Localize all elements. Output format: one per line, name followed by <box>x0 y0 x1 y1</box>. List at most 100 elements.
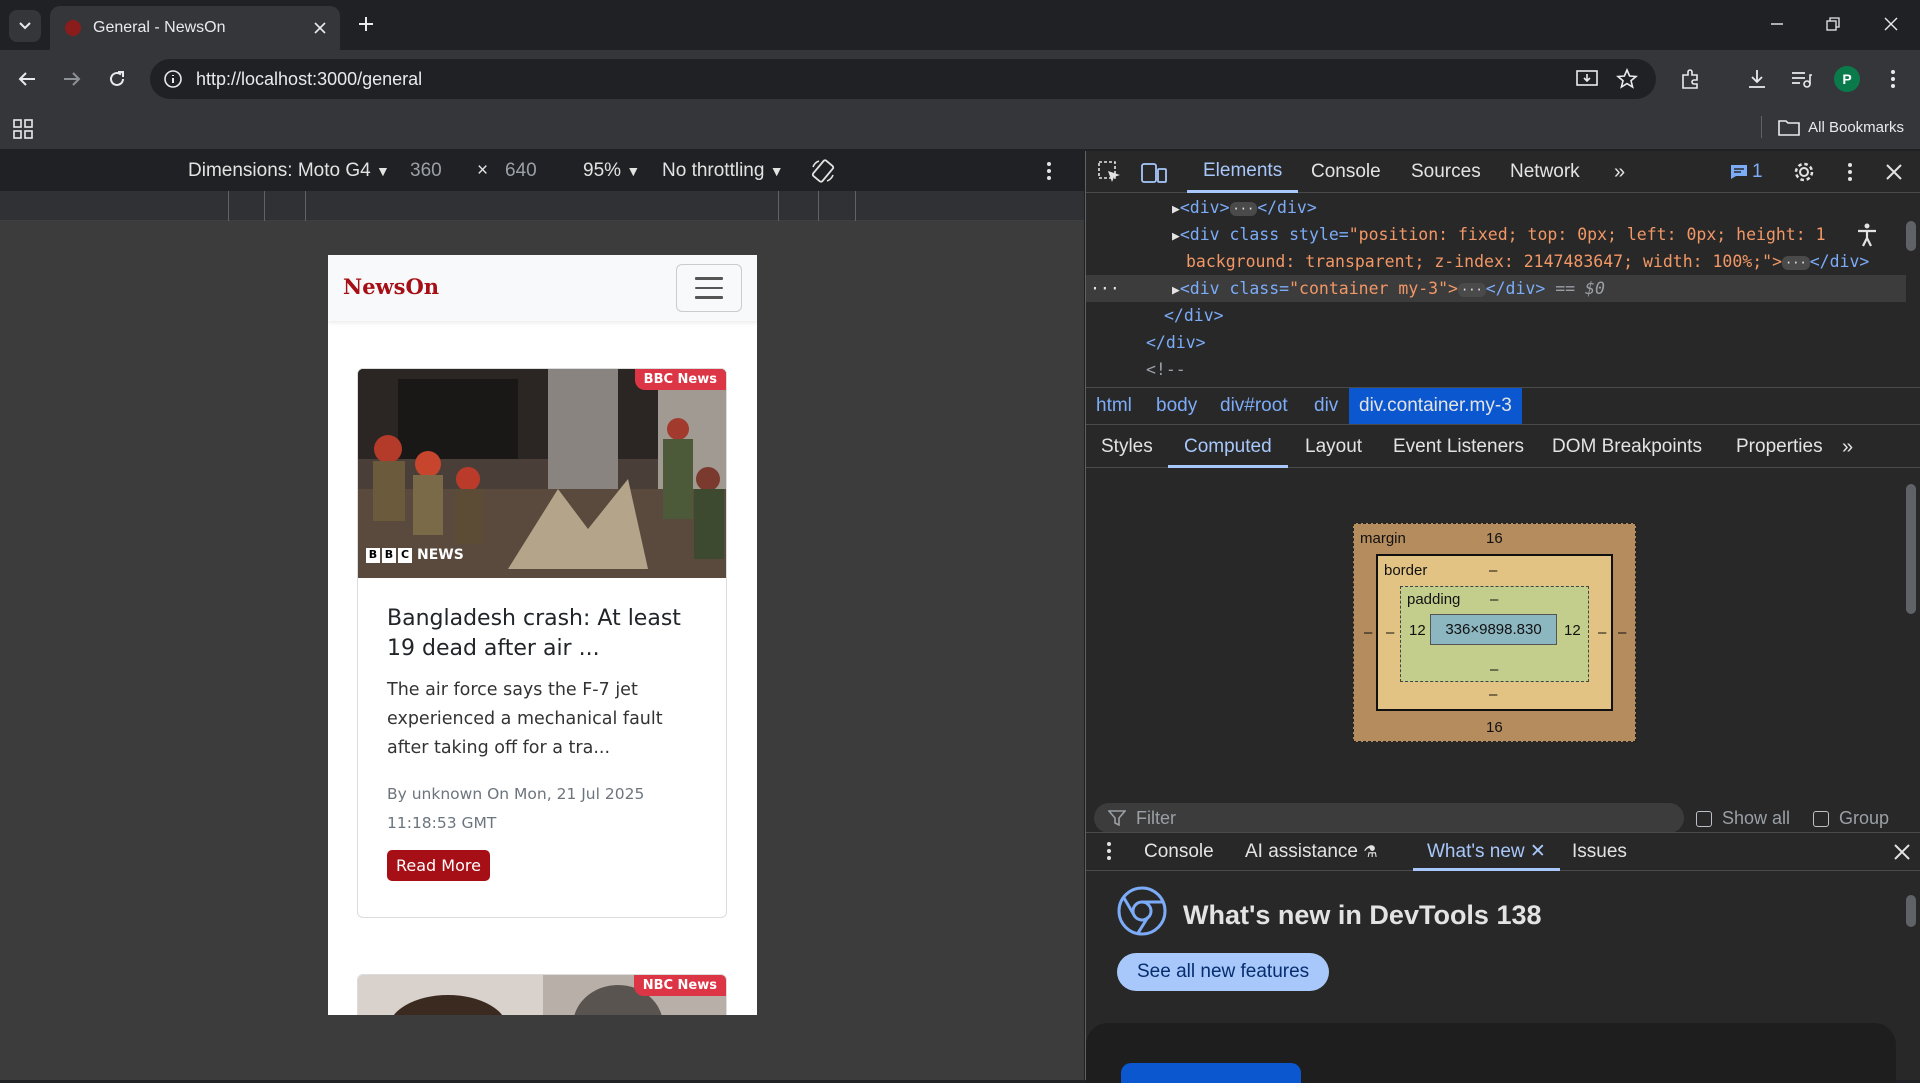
reload-icon <box>110 71 124 86</box>
devtools-close-icon[interactable] <box>1886 164 1902 180</box>
brand-text: NewsOn <box>343 274 440 299</box>
navbar-toggle-button[interactable] <box>676 264 742 312</box>
new-tab-button[interactable] <box>352 10 380 38</box>
tab-search-button[interactable] <box>9 10 41 42</box>
read-more-button[interactable]: Read More <box>387 850 490 881</box>
drawer-tab-issues[interactable]: Issues <box>1572 833 1627 871</box>
url-text[interactable]: http://localhost:3000/general <box>196 69 422 90</box>
all-bookmarks-label: All Bookmarks <box>1808 118 1904 136</box>
inspect-element-icon[interactable] <box>1098 161 1122 183</box>
profile-avatar[interactable]: P <box>1834 66 1860 92</box>
computed-filter-input[interactable]: Filter <box>1094 803 1684 833</box>
drawer-tab-whats-new[interactable]: What's new ✕ <box>1413 833 1560 871</box>
browser-tab[interactable]: General - NewsOn <box>50 6 340 50</box>
device-viewport: Dimensions: Moto G4 ▼ 360 × 640 95% ▼ No… <box>0 151 1084 1080</box>
dom-scrollbar[interactable] <box>1906 221 1916 251</box>
drawer-tabs: Console AI assistance ⚗ What's new ✕ Iss… <box>1086 833 1920 871</box>
crumb-body[interactable]: body <box>1156 388 1197 424</box>
browser-menu-icon[interactable] <box>1877 63 1909 95</box>
issues-counter[interactable]: 1 <box>1730 151 1763 193</box>
device-toggle-icon[interactable] <box>1141 161 1167 183</box>
tab-elements[interactable]: Elements <box>1187 151 1299 193</box>
back-button[interactable] <box>10 63 44 95</box>
dom-comment[interactable]: <!-- <box>1146 356 1186 383</box>
see-all-features-button[interactable]: See all new features <box>1117 953 1330 991</box>
media-query-ruler[interactable] <box>0 191 1084 221</box>
accessibility-icon[interactable] <box>1856 223 1878 247</box>
more-tabs-icon[interactable]: » <box>1842 426 1853 468</box>
extensions-icon[interactable] <box>1675 63 1707 95</box>
settings-gear-icon[interactable] <box>1793 161 1815 183</box>
window-close-button[interactable] <box>1871 8 1911 40</box>
tab-console[interactable]: Console <box>1311 151 1381 193</box>
dom-node[interactable]: ▶<div class style="position: fixed; top:… <box>1172 221 1826 248</box>
border-label: border <box>1384 562 1428 579</box>
margin-left: – <box>1364 624 1373 641</box>
close-icon <box>1884 17 1898 31</box>
bookmark-star-icon[interactable] <box>1611 63 1643 95</box>
dom-node[interactable]: </div> <box>1164 302 1224 329</box>
more-tabs-icon[interactable]: » <box>1614 151 1625 193</box>
dom-node[interactable]: ▶<div> ··· </div> <box>1172 194 1317 221</box>
feature-image <box>1121 1063 1301 1083</box>
all-bookmarks-button[interactable]: All Bookmarks <box>1761 116 1904 138</box>
minimize-button[interactable] <box>1757 8 1797 40</box>
drawer-scrollbar[interactable] <box>1906 895 1916 927</box>
tab-dom-breakpoints[interactable]: DOM Breakpoints <box>1552 426 1702 468</box>
tab-event-listeners[interactable]: Event Listeners <box>1393 426 1524 468</box>
tab-computed[interactable]: Computed <box>1168 426 1288 468</box>
tab-sources[interactable]: Sources <box>1411 151 1481 193</box>
dom-node-selected[interactable]: ··· ▶<div class="container my-3"> ··· </di… <box>1086 275 1906 302</box>
whats-new-card <box>1086 1023 1896 1083</box>
brand-logo[interactable]: NewsOn <box>343 274 439 299</box>
tab-styles[interactable]: Styles <box>1101 426 1153 468</box>
device-dimensions-label: Dimensions: Moto G4 <box>188 160 371 181</box>
throttling-label: No throttling <box>662 160 765 181</box>
devtools-panel: Elements Console Sources Network » 1 ▶<d… <box>1085 151 1920 1083</box>
group-checkbox[interactable]: Group <box>1813 808 1889 829</box>
tab-network[interactable]: Network <box>1510 151 1580 193</box>
checkbox[interactable] <box>1813 810 1829 827</box>
crumb-html[interactable]: html <box>1096 388 1132 424</box>
show-all-checkbox[interactable]: Show all <box>1696 808 1790 829</box>
tab-properties[interactable]: Properties <box>1736 426 1823 468</box>
tab-close-button[interactable] <box>306 14 334 42</box>
drawer-close-icon[interactable] <box>1894 844 1910 860</box>
install-app-icon[interactable] <box>1571 63 1603 95</box>
crumb-container[interactable]: div.container.my-3 <box>1349 388 1522 424</box>
address-bar[interactable]: http://localhost:3000/general <box>150 59 1656 99</box>
drawer-tab-ai-assistance[interactable]: AI assistance ⚗ <box>1245 833 1378 871</box>
reload-button[interactable] <box>100 63 134 95</box>
throttling-select[interactable]: No throttling ▼ <box>662 160 784 182</box>
device-toolbar-menu-icon[interactable] <box>1046 161 1052 181</box>
tab-layout[interactable]: Layout <box>1305 426 1362 468</box>
device-dimensions-select[interactable]: Dimensions: Moto G4 ▼ <box>188 160 390 182</box>
drawer-tab-console[interactable]: Console <box>1144 833 1214 871</box>
box-padding: padding – – 12 12 336×9898.830 <box>1400 586 1589 682</box>
computed-scrollbar[interactable] <box>1906 484 1916 614</box>
group-label: Group <box>1839 808 1890 828</box>
crumb-div[interactable]: div <box>1314 388 1338 424</box>
crumb-root[interactable]: div#root <box>1220 388 1288 424</box>
dom-node[interactable]: </div> <box>1146 329 1206 356</box>
site-info-icon[interactable] <box>160 66 186 92</box>
media-controls-icon[interactable] <box>1785 63 1817 95</box>
apps-grid-icon[interactable] <box>12 118 34 140</box>
dom-tree[interactable]: ▶<div> ··· </div> ▶<div class style="posit… <box>1086 194 1906 386</box>
forward-button[interactable] <box>55 63 89 95</box>
drawer-menu-icon[interactable] <box>1106 841 1112 861</box>
device-width-input[interactable]: 360 <box>410 160 442 182</box>
ellipsis-icon: ··· <box>1229 201 1258 216</box>
rotate-icon[interactable] <box>810 158 836 184</box>
checkbox[interactable] <box>1696 810 1712 827</box>
close-icon[interactable]: ✕ <box>1530 841 1546 862</box>
zoom-select[interactable]: 95% ▼ <box>583 160 640 182</box>
tab-title: General - NewsOn <box>93 19 226 36</box>
box-content: 336×9898.830 <box>1430 614 1557 645</box>
devtools-menu-icon[interactable] <box>1847 162 1853 182</box>
news-title: Bangladesh crash: At least 19 dead after… <box>387 606 681 661</box>
download-icon[interactable] <box>1741 63 1773 95</box>
device-height-input[interactable]: 640 <box>505 160 537 182</box>
restore-button[interactable] <box>1813 8 1853 40</box>
ellipsis-icon[interactable]: ··· <box>1090 279 1120 298</box>
